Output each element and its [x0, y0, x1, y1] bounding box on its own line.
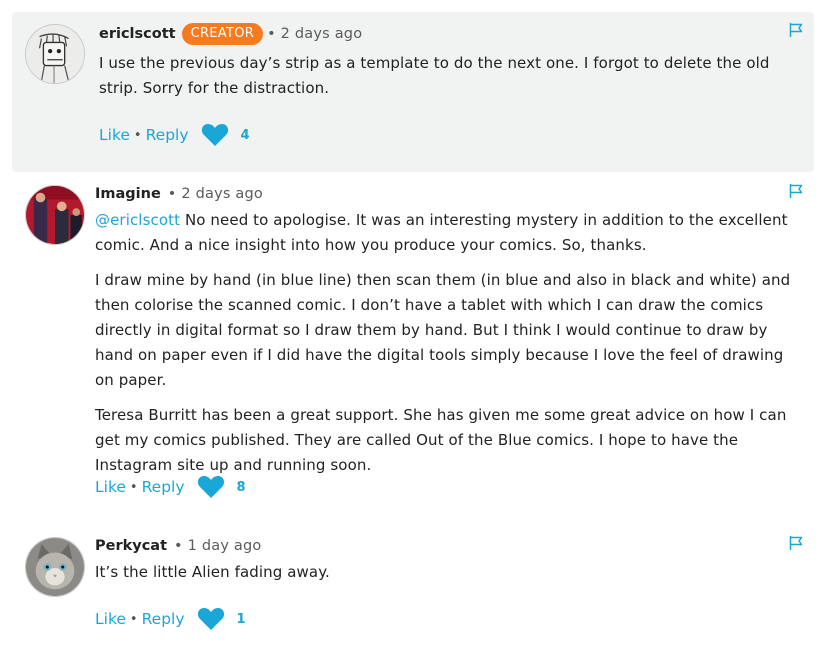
- username[interactable]: Imagine: [95, 186, 161, 202]
- like-link[interactable]: Like: [95, 610, 126, 628]
- comment-actions: Like • Reply 4: [99, 123, 250, 147]
- comment-ericlscott: ericlscott CREATOR • 2 days ago I use th…: [12, 12, 814, 172]
- comment-body: I use the previous day’s strip as a temp…: [99, 51, 804, 111]
- reply-link[interactable]: Reply: [142, 610, 185, 628]
- reply-link[interactable]: Reply: [146, 126, 189, 144]
- heart-icon[interactable]: [201, 123, 229, 147]
- comment-perkycat: Perkycat • 1 day ago It’s the little Ali…: [12, 530, 814, 650]
- separator: •: [129, 479, 138, 495]
- avatar[interactable]: [25, 537, 85, 597]
- comment-text: Teresa Burritt has been a great support.…: [95, 406, 787, 474]
- separator: •: [133, 127, 142, 143]
- comment-imagine: Imagine • 2 days ago @ericlscott No need…: [12, 178, 814, 508]
- heart-icon[interactable]: [197, 475, 225, 499]
- comment-actions: Like • Reply 8: [95, 475, 246, 499]
- comment-header: Imagine • 2 days ago: [95, 182, 263, 206]
- like-count: 4: [240, 127, 250, 143]
- comment-body: It’s the little Alien fading away.: [95, 560, 807, 595]
- timestamp: • 2 days ago: [167, 186, 263, 202]
- comment-text: It’s the little Alien fading away.: [95, 563, 330, 581]
- comment-text: I draw mine by hand (in blue line) then …: [95, 271, 791, 389]
- comment-body: @ericlscott No need to apologise. It was…: [95, 208, 807, 488]
- mention-link[interactable]: @ericlscott: [95, 211, 180, 229]
- like-count: 8: [236, 479, 246, 495]
- flag-icon[interactable]: [788, 535, 804, 551]
- comment-header: ericlscott CREATOR • 2 days ago: [99, 22, 362, 46]
- flag-icon[interactable]: [788, 183, 804, 199]
- timestamp: • 1 day ago: [174, 538, 262, 554]
- username[interactable]: ericlscott: [99, 26, 176, 42]
- separator: •: [129, 611, 138, 627]
- heart-icon[interactable]: [197, 607, 225, 631]
- flag-icon[interactable]: [788, 22, 804, 38]
- comment-actions: Like • Reply 1: [95, 607, 246, 631]
- comment-text: I use the previous day’s strip as a temp…: [99, 54, 770, 97]
- like-count: 1: [236, 611, 246, 627]
- avatar[interactable]: [25, 24, 85, 84]
- comment-header: Perkycat • 1 day ago: [95, 534, 261, 558]
- comment-text: @ericlscott No need to apologise. It was…: [95, 211, 788, 254]
- reply-link[interactable]: Reply: [142, 478, 185, 496]
- avatar[interactable]: [25, 185, 85, 245]
- like-link[interactable]: Like: [95, 478, 126, 496]
- like-link[interactable]: Like: [99, 126, 130, 144]
- username[interactable]: Perkycat: [95, 538, 167, 554]
- timestamp: • 2 days ago: [267, 26, 363, 42]
- creator-badge: CREATOR: [181, 23, 264, 45]
